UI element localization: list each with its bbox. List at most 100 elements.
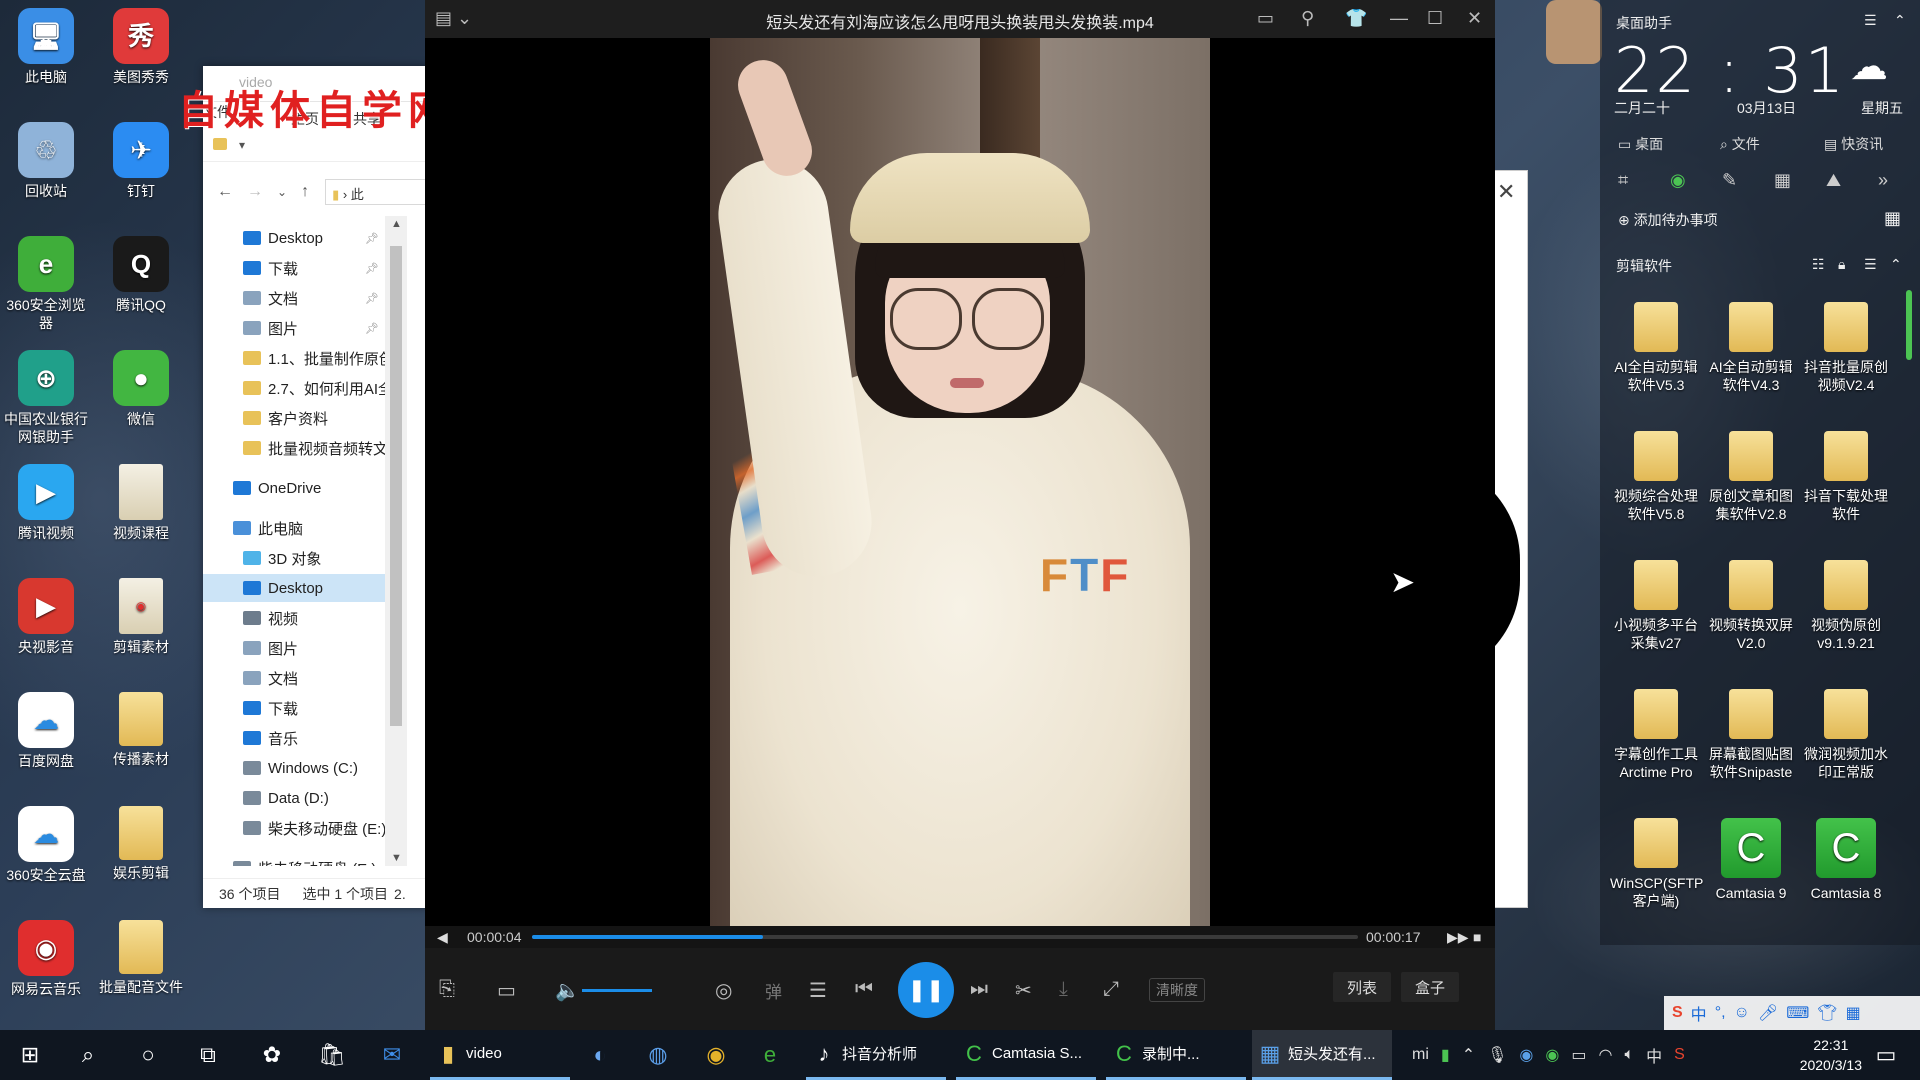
menu-icon[interactable]: ☰ (1864, 12, 1877, 29)
pinned-app-2[interactable]: ◐ (582, 1030, 618, 1080)
pause-button[interactable]: ❚❚ (898, 962, 954, 1018)
fullscreen-icon[interactable]: ⤢ (1103, 978, 1119, 1001)
battery-icon[interactable]: ▮ (1441, 1045, 1450, 1065)
settings-sliders-icon[interactable]: ☰ (809, 978, 827, 1003)
taskbar-item-recorder[interactable]: C 录制中... (1106, 1030, 1246, 1080)
close-icon[interactable]: ✕ (1497, 179, 1515, 205)
widget-app-item[interactable]: WinSCP(SFTP客户端) (1610, 818, 1703, 910)
chevron-up-icon[interactable]: ⌃ (1894, 12, 1906, 29)
nav-item[interactable]: Windows (C:) (203, 754, 385, 782)
rewind-icon[interactable]: ◀ (437, 929, 448, 946)
taskbar-item-camtasia[interactable]: C Camtasia S... (956, 1030, 1096, 1080)
tool-file[interactable]: ⌕ 文件 (1720, 134, 1760, 154)
chevron-up-icon[interactable]: ▲ (391, 218, 402, 230)
video-frame[interactable]: FTF (710, 38, 1210, 926)
search-button[interactable]: ⌕ (70, 1030, 106, 1080)
open-folder-icon[interactable]: ▭ (497, 978, 516, 1003)
toolbox-icon[interactable]: ⎘ (439, 978, 455, 1001)
box-button[interactable]: 盒子 (1401, 972, 1460, 1002)
minimize-icon[interactable]: — (1390, 8, 1408, 29)
360-icon[interactable]: ◉ (1545, 1045, 1559, 1065)
widget-app-item[interactable]: AI全自动剪辑软件V4.3 (1705, 302, 1797, 394)
tool-desktop[interactable]: ▭ 桌面 (1618, 134, 1663, 154)
volume-icon[interactable]: 🔈︎ (1624, 1046, 1634, 1064)
desktop-icon-item[interactable]: ◉ 网易云音乐 (0, 920, 92, 998)
close-icon[interactable]: ✕ (1467, 8, 1482, 29)
nav-item[interactable]: 视频 (203, 604, 385, 632)
chevron-down-icon[interactable]: ▼ (391, 852, 402, 864)
list-button[interactable]: 列表 (1333, 972, 1392, 1002)
wifi-icon[interactable]: ◠ (1598, 1045, 1612, 1065)
chat-icon[interactable]: ▭ (1257, 8, 1274, 29)
desktop-icon-item[interactable]: ▶ 腾讯视频 (0, 464, 92, 542)
nav-item[interactable]: 3D 对象 (203, 544, 385, 572)
desktop-icon-item[interactable]: ● 微信 (95, 350, 187, 428)
next-icon[interactable]: ⏭ (970, 978, 988, 1001)
widget-app-item[interactable]: 抖音批量原创视频V2.4 (1800, 302, 1892, 394)
pin-icon[interactable]: ⚲ (1301, 8, 1314, 29)
menu-icon[interactable]: ☰ (1864, 256, 1877, 273)
desktop-icon-item[interactable]: ☁ 百度网盘 (0, 692, 92, 770)
desktop-icon-item[interactable]: ♲ 回收站 (0, 122, 92, 200)
desktop-icon-item[interactable]: ◉ 剪辑素材 (95, 578, 187, 656)
widget-app-item[interactable]: 视频伪原创v9.1.9.21 (1800, 560, 1892, 652)
camera-icon[interactable] (1546, 0, 1602, 64)
widget-app-item[interactable]: 小视频多平台采集v27 (1610, 560, 1702, 652)
chevron-up-icon[interactable]: ⌃ (1462, 1045, 1475, 1065)
volume-slider[interactable] (582, 989, 652, 992)
widget-app-item[interactable]: AI全自动剪辑软件V5.3 (1610, 302, 1702, 394)
taskbar-clock[interactable]: 22:31 2020/3/13 (1800, 1035, 1862, 1075)
notification-button[interactable]: ▭ (1868, 1030, 1904, 1080)
file-explorer-window[interactable]: video 文件 主页 共享 ▾ ← → ⌄ ↑ ▮ › 此 Desktop 📌︎… (203, 66, 428, 908)
battery-level-icon[interactable]: ▭ (1571, 1045, 1586, 1065)
shield-icon[interactable]: ◉ (1519, 1045, 1533, 1065)
nav-item[interactable]: 柴夫移动硬盘 (E:) (203, 854, 385, 866)
desktop-icon-item[interactable]: ▶ 央视影音 (0, 578, 92, 656)
eye-icon[interactable]: ◎ (715, 978, 732, 1003)
note-icon[interactable]: ✎ (1722, 170, 1737, 191)
tool-news[interactable]: ▤ 快资讯 (1824, 134, 1883, 154)
nav-item[interactable]: Data (D:) (203, 784, 385, 812)
desktop-icon-item[interactable]: ✈ 钉钉 (95, 122, 187, 200)
desktop-icon-item[interactable]: Q 腾讯QQ (95, 236, 187, 314)
nav-item[interactable]: 图片 📌︎ (203, 314, 385, 342)
previous-icon[interactable]: ⏮ (855, 978, 873, 1001)
fast-forward-icon[interactable]: ▶▶ (1447, 929, 1469, 946)
nav-item[interactable]: 文档 📌︎ (203, 284, 385, 312)
widget-app-item[interactable]: 视频综合处理软件V5.8 (1610, 431, 1702, 523)
widget-app-item[interactable]: 抖音下载处理软件 (1800, 431, 1892, 523)
cortana-button[interactable]: ○ (130, 1030, 166, 1080)
pinned-app[interactable]: ✿ (254, 1030, 290, 1080)
pinned-360[interactable]: e (752, 1030, 788, 1080)
volume-icon[interactable]: 🔈 (555, 978, 580, 1003)
nav-item[interactable]: OneDrive (203, 474, 385, 502)
up-arrow-icon[interactable]: ↑ (301, 183, 309, 201)
widget-app-item[interactable]: C Camtasia 8 (1800, 818, 1892, 902)
progress-bar[interactable] (532, 935, 1358, 939)
nav-item[interactable]: 下载 (203, 694, 385, 722)
chevron-down-icon[interactable]: ▾ (239, 138, 245, 152)
desktop-icon-item[interactable]: ☁ 360安全云盘 (0, 806, 92, 884)
widget-app-item[interactable]: 视频转换双屏V2.0 (1705, 560, 1797, 652)
input-method-bar[interactable]: S 中 °, ☺ 🎤︎ ⌨ 👕︎ ▦ (1664, 996, 1920, 1030)
danmaku-button[interactable]: 弹 (765, 978, 782, 1003)
list-icon[interactable]: ☷ (1812, 256, 1825, 273)
desktop-icon-item[interactable]: e 360安全浏览器 (0, 236, 92, 332)
taskbar-item-player[interactable]: ▦ 短头发还有... (1252, 1030, 1392, 1080)
quality-button[interactable]: 清晰度 (1149, 978, 1205, 1002)
widget-scrollbar[interactable] (1906, 290, 1912, 360)
download-icon[interactable]: ⤓ (1059, 978, 1068, 1001)
image-icon[interactable]: ⛰ (1826, 170, 1841, 191)
widget-app-item[interactable]: 屏幕截图贴图软件Snipaste (1705, 689, 1797, 781)
desktop-icon-item[interactable]: 视频课程 (95, 464, 187, 542)
mi-icon[interactable]: mi (1412, 1046, 1429, 1064)
nav-item[interactable]: 文档 (203, 664, 385, 692)
store-button[interactable]: 🛍︎ (314, 1030, 350, 1080)
widget-app-item[interactable]: 微润视频加水印正常版 (1800, 689, 1892, 781)
stop-icon[interactable]: ■ (1473, 929, 1481, 945)
nav-item[interactable]: 1.1、批量制作原创 (203, 344, 385, 372)
nav-item[interactable]: 此电脑 (203, 514, 385, 542)
pinned-browser[interactable]: ◍ (640, 1030, 676, 1080)
scissors-icon[interactable]: ✂ (1015, 978, 1032, 1003)
nav-scrollbar[interactable]: ▲ ▼ (385, 216, 407, 866)
